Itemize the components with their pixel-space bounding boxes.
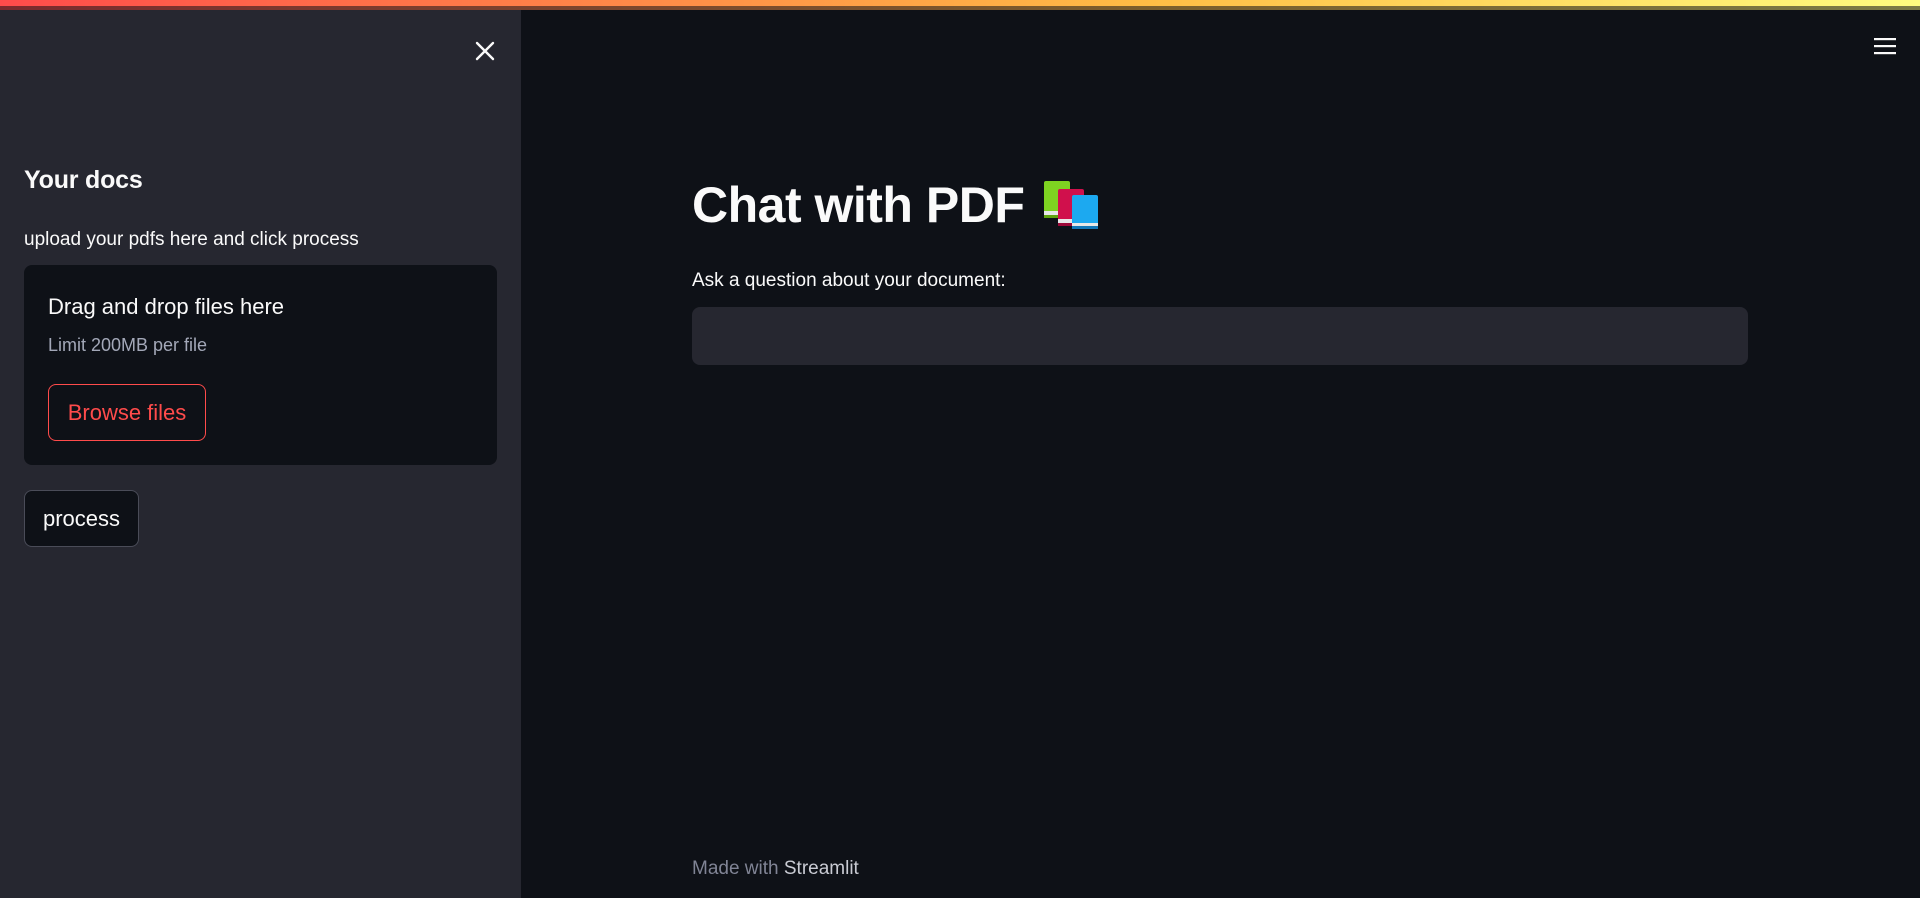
top-decoration-bar <box>0 0 1920 10</box>
page-title: Chat with PDF <box>692 176 1100 234</box>
books-icon <box>1042 179 1100 231</box>
main-menu-button[interactable] <box>1870 32 1900 60</box>
footer: Made with Streamlit <box>692 858 859 880</box>
dropzone-title: Drag and drop files here <box>48 294 285 319</box>
question-label: Ask a question about your document: <box>692 270 1006 291</box>
footer-prefix: Made with <box>692 858 784 879</box>
hamburger-menu-icon <box>1874 38 1896 55</box>
close-sidebar-button[interactable] <box>468 34 502 68</box>
dropzone-limit: Limit 200MB per file <box>48 335 208 355</box>
browse-files-button[interactable]: Browse files <box>48 384 206 441</box>
process-button[interactable]: process <box>24 490 139 547</box>
sidebar-caption: upload your pdfs here and click process <box>24 229 359 250</box>
streamlit-link[interactable]: Streamlit <box>784 858 859 879</box>
sidebar: Your docs upload your pdfs here and clic… <box>0 0 521 898</box>
close-icon <box>475 41 495 61</box>
file-dropzone[interactable]: Drag and drop files here Limit 200MB per… <box>24 265 497 465</box>
app-root: Your docs upload your pdfs here and clic… <box>0 0 1920 898</box>
sidebar-heading: Your docs <box>24 166 143 194</box>
page-title-text: Chat with PDF <box>692 177 1025 233</box>
question-input[interactable] <box>692 307 1748 365</box>
